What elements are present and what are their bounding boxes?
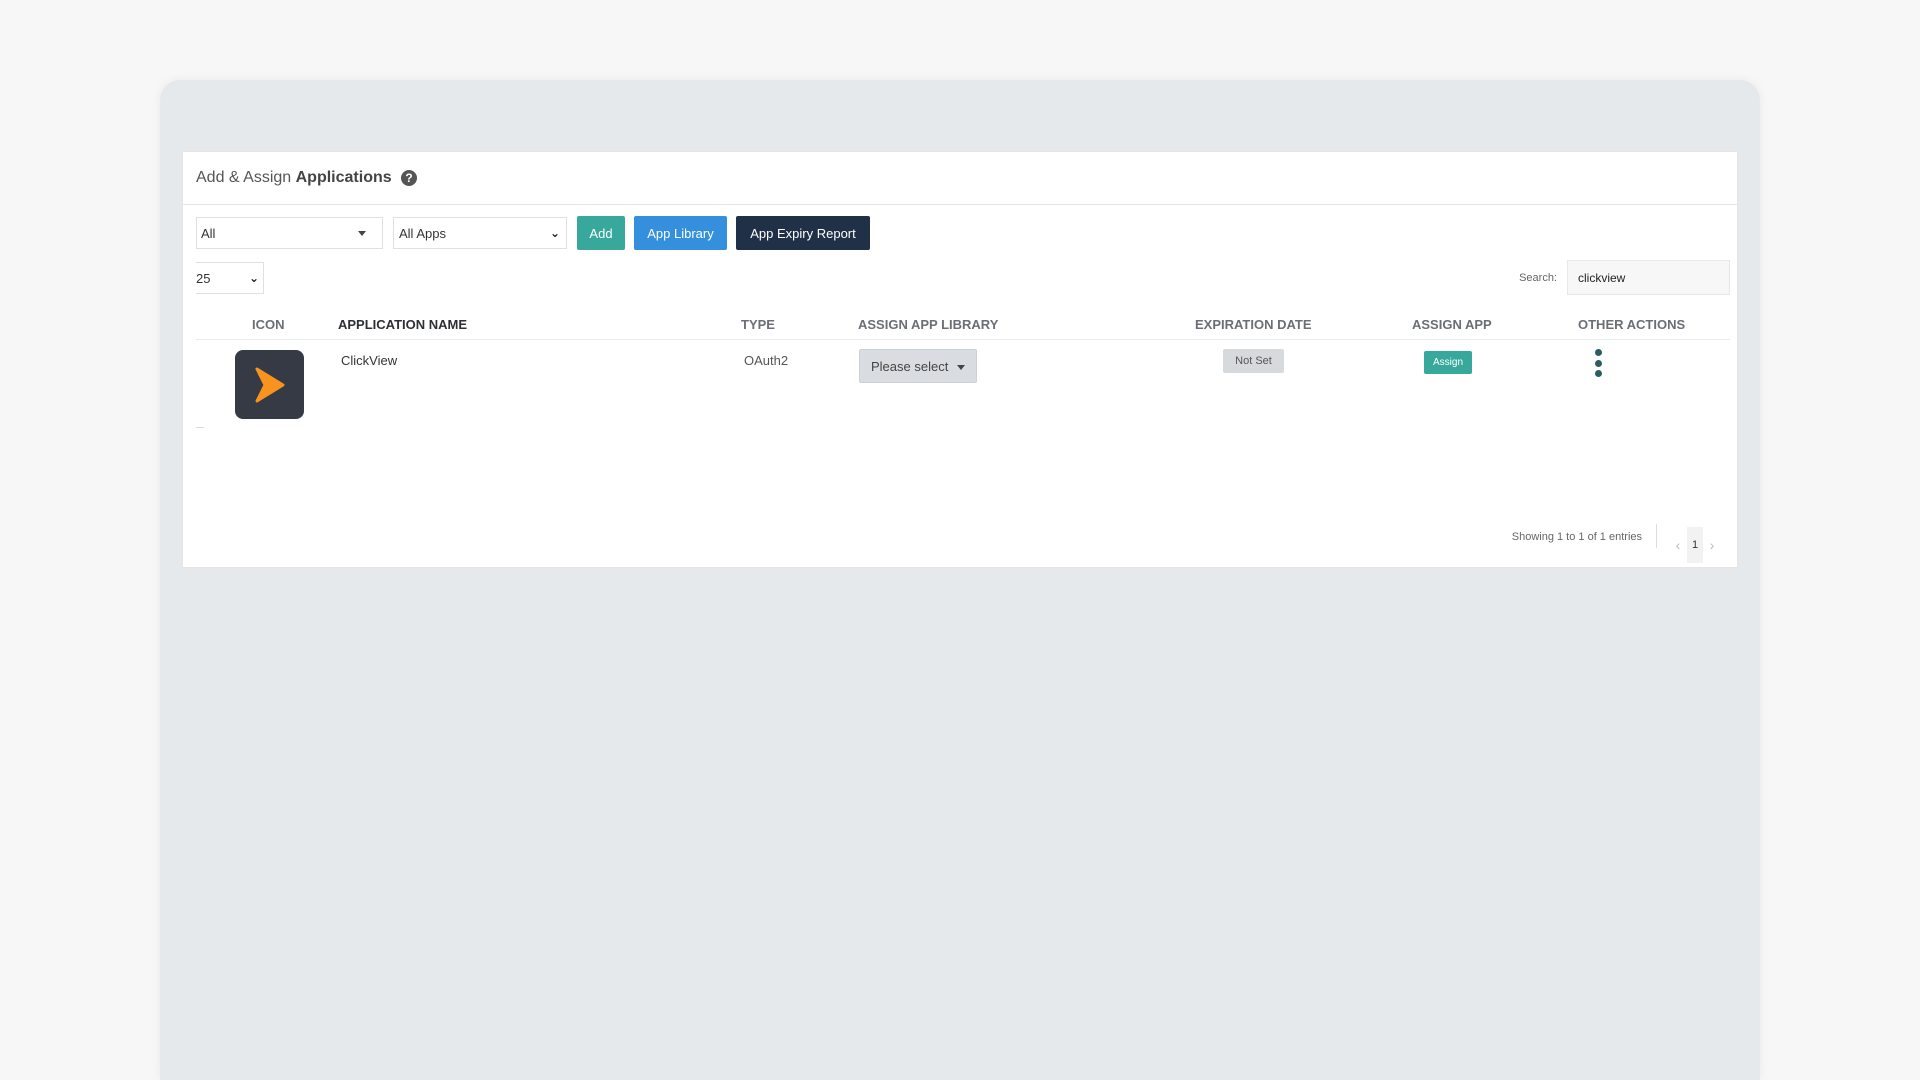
kebab-dot	[1594, 349, 1602, 356]
search-label: Search:	[1519, 271, 1557, 284]
toolbar: All All Apps ⌄ Add App Library App Expir…	[196, 216, 870, 250]
row-divider	[196, 427, 204, 428]
application-type: OAuth2	[744, 353, 789, 368]
filter-apps-value: All Apps	[399, 225, 446, 241]
play-arrow-icon	[255, 367, 284, 402]
filter-all-select[interactable]: All	[196, 217, 383, 249]
table-row: ClickView OAuth2 Please select Not Set A…	[196, 340, 1730, 428]
page-title-prefix: Add & Assign	[196, 169, 292, 186]
prev-page-icon[interactable]: ‹	[1669, 537, 1687, 553]
search-area: Search:	[1519, 260, 1730, 295]
column-header-type[interactable]: TYPE	[741, 317, 775, 332]
page-title: Add & Assign Applications ?	[196, 169, 418, 187]
column-header-assign-app-library[interactable]: ASSIGN APP LIBRARY	[858, 317, 998, 332]
pager-divider	[1656, 524, 1657, 548]
add-button[interactable]: Add	[577, 216, 625, 250]
assign-app-library-dropdown[interactable]: Please select	[859, 349, 977, 383]
column-header-other-actions[interactable]: OTHER ACTIONS	[1578, 317, 1685, 332]
search-input[interactable]	[1567, 260, 1730, 295]
kebab-dot	[1594, 370, 1602, 377]
clickview-play-icon	[235, 350, 304, 419]
table-footer: Showing 1 to 1 of 1 entries ‹ 1 ›	[1511, 524, 1721, 563]
assign-app-library-value: Please select	[871, 358, 949, 374]
chevron-down-icon: ⌄	[549, 226, 560, 240]
column-header-assign-app[interactable]: ASSIGN APP	[1412, 317, 1492, 332]
entries-info: Showing 1 to 1 of 1 entries	[1511, 531, 1642, 543]
column-header-icon[interactable]: ICON	[252, 317, 285, 332]
caret-down-icon	[957, 365, 965, 370]
next-page-icon[interactable]: ›	[1703, 537, 1721, 553]
page-number-current[interactable]: 1	[1687, 527, 1703, 563]
caret-down-icon	[358, 231, 366, 236]
page-title-main: Applications	[295, 169, 392, 186]
chevron-down-icon: ⌄	[248, 271, 259, 285]
application-name: ClickView	[341, 353, 398, 368]
assign-button[interactable]: Assign	[1424, 351, 1472, 374]
kebab-dot	[1594, 359, 1602, 367]
app-library-button[interactable]: App Library	[634, 216, 727, 250]
column-header-application-name[interactable]: APPLICATION NAME	[338, 317, 467, 332]
expiration-status-badge: Not Set	[1223, 349, 1284, 373]
applications-panel: Add & Assign Applications ? All All Apps…	[182, 151, 1738, 568]
page-length-select[interactable]: 25 ⌄	[196, 262, 264, 294]
pagination: ‹ 1 ›	[1669, 527, 1721, 563]
table-header: ICON APPLICATION NAME TYPE ASSIGN APP LI…	[196, 309, 1730, 340]
filter-all-value: All	[201, 225, 216, 241]
column-header-expiration-date[interactable]: EXPIRATION DATE	[1195, 317, 1312, 332]
more-actions-icon[interactable]	[1591, 349, 1605, 377]
applications-table: ICON APPLICATION NAME TYPE ASSIGN APP LI…	[196, 309, 1730, 428]
page-length-value: 25	[196, 270, 211, 286]
panel-header: Add & Assign Applications ?	[183, 152, 1737, 205]
filter-apps-select[interactable]: All Apps ⌄	[393, 217, 567, 249]
help-icon[interactable]: ?	[401, 169, 418, 186]
app-expiry-report-button[interactable]: App Expiry Report	[736, 216, 870, 250]
